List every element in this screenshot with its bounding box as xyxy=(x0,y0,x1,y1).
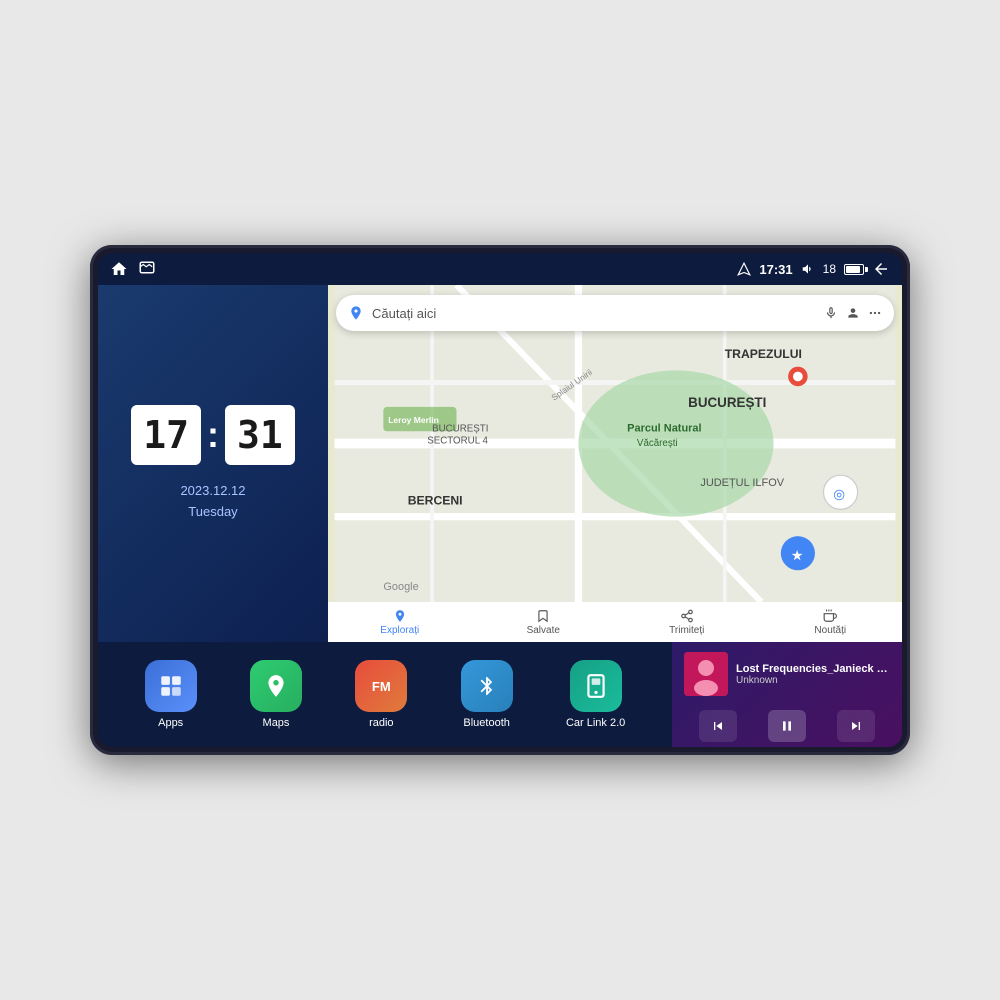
map-search-text[interactable]: Căutați aici xyxy=(372,306,816,321)
next-button[interactable] xyxy=(837,710,875,742)
music-artist: Unknown xyxy=(736,675,890,686)
map-tab-news[interactable]: Noutăți xyxy=(759,609,903,636)
svg-text:SECTORUL 4: SECTORUL 4 xyxy=(427,436,488,447)
battery-level: 18 xyxy=(823,262,836,276)
svg-text:JUDEȚUL ILFOV: JUDEȚUL ILFOV xyxy=(700,477,784,489)
clock-date: 2023.12.12 Tuesday xyxy=(180,481,245,523)
map-tab-share-label: Trimiteți xyxy=(669,625,704,636)
navigation-icon xyxy=(737,262,751,276)
map-bottom-bar: Explorați Salvate xyxy=(328,602,902,642)
music-controls xyxy=(684,710,890,742)
map-search-icons xyxy=(824,306,882,320)
clock-minute: 31 xyxy=(225,405,295,465)
battery-icon xyxy=(844,264,864,275)
svg-text:TRAPEZULUI: TRAPEZULUI xyxy=(725,347,802,361)
app-item-bluetooth[interactable]: Bluetooth xyxy=(461,660,513,729)
svg-text:Văcărești: Văcărești xyxy=(637,438,678,449)
volume-icon xyxy=(801,262,815,276)
screen: 17:31 18 xyxy=(98,253,902,747)
map-background: Parcul Natural Văcărești Leroy Merlin TR… xyxy=(328,285,902,602)
carlink-label: Car Link 2.0 xyxy=(566,717,625,729)
carlink-icon xyxy=(570,660,622,712)
music-album-art xyxy=(684,652,728,696)
music-track-info: Lost Frequencies_Janieck Devy-... Unknow… xyxy=(684,652,890,696)
status-left xyxy=(110,260,156,278)
app-item-maps[interactable]: Maps xyxy=(250,660,302,729)
clock-hour: 17 xyxy=(131,405,201,465)
clock-colon: : xyxy=(207,414,219,456)
music-panel: Lost Frequencies_Janieck Devy-... Unknow… xyxy=(672,642,902,747)
app-item-radio[interactable]: FM radio xyxy=(355,660,407,729)
prev-button[interactable] xyxy=(699,710,737,742)
mic-icon[interactable] xyxy=(824,306,838,320)
bottom-section: Apps Maps FM xyxy=(98,642,902,747)
map-tab-saved[interactable]: Salvate xyxy=(472,609,616,636)
svg-text:◎: ◎ xyxy=(833,486,845,501)
apps-label: Apps xyxy=(158,717,183,729)
apps-bar: Apps Maps FM xyxy=(98,642,672,747)
map-tab-explore-label: Explorați xyxy=(380,625,419,636)
maps-icon xyxy=(250,660,302,712)
more-icon[interactable] xyxy=(868,306,882,320)
maps-label: Maps xyxy=(263,717,290,729)
music-info: Lost Frequencies_Janieck Devy-... Unknow… xyxy=(736,663,890,686)
map-tab-explore[interactable]: Explorați xyxy=(328,609,472,636)
map-panel[interactable]: Căutați aici xyxy=(328,285,902,642)
car-display-device: 17:31 18 xyxy=(90,245,910,755)
map-tab-news-label: Noutăți xyxy=(814,625,846,636)
status-right: 17:31 18 xyxy=(737,260,890,278)
map-tab-saved-label: Salvate xyxy=(527,625,560,636)
music-title: Lost Frequencies_Janieck Devy-... xyxy=(736,663,890,675)
svg-text:Google: Google xyxy=(383,581,418,593)
home-icon[interactable] xyxy=(110,260,128,278)
top-section: 17 : 31 2023.12.12 Tuesday xyxy=(98,285,902,642)
svg-text:BUCUREȘTI: BUCUREȘTI xyxy=(432,423,488,434)
svg-text:★: ★ xyxy=(792,548,803,562)
svg-text:Parcul Natural: Parcul Natural xyxy=(627,422,701,434)
app-item-carlink[interactable]: Car Link 2.0 xyxy=(566,660,625,729)
clock-panel: 17 : 31 2023.12.12 Tuesday xyxy=(98,285,328,642)
back-icon[interactable] xyxy=(872,260,890,278)
bluetooth-app-icon xyxy=(461,660,513,712)
apps-icon xyxy=(145,660,197,712)
status-bar: 17:31 18 xyxy=(98,253,902,285)
map-tab-share[interactable]: Trimiteți xyxy=(615,609,759,636)
map-search-bar[interactable]: Căutați aici xyxy=(336,295,894,331)
play-pause-button[interactable] xyxy=(768,710,806,742)
status-time: 17:31 xyxy=(759,262,792,277)
account-icon[interactable] xyxy=(846,306,860,320)
radio-label: radio xyxy=(369,717,393,729)
radio-icon: FM xyxy=(355,660,407,712)
bluetooth-label: Bluetooth xyxy=(463,717,509,729)
app-item-apps[interactable]: Apps xyxy=(145,660,197,729)
maps-status-icon[interactable] xyxy=(138,260,156,278)
maps-pin-icon xyxy=(348,305,364,321)
svg-text:BUCUREȘTI: BUCUREȘTI xyxy=(688,395,766,410)
main-content: 17 : 31 2023.12.12 Tuesday xyxy=(98,285,902,747)
svg-text:BERCENI: BERCENI xyxy=(408,493,463,507)
clock-display: 17 : 31 xyxy=(131,405,295,465)
